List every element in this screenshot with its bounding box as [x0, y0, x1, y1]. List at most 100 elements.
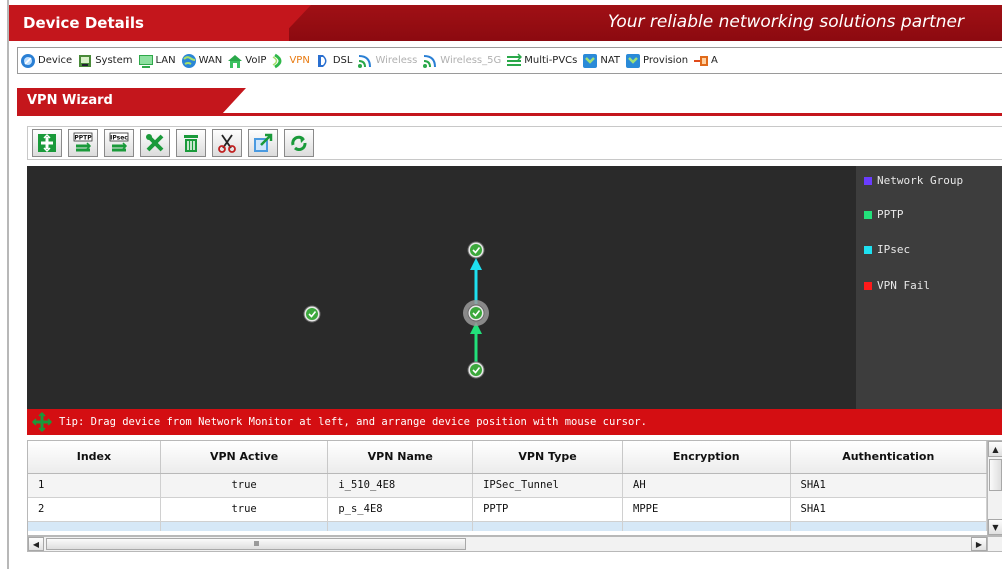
- column-header-vpn-type[interactable]: VPN Type: [472, 441, 624, 474]
- nav-item-label: Wireless: [375, 55, 418, 66]
- nav-item-label: System: [95, 55, 133, 66]
- nav-item-label: VPN: [289, 55, 310, 66]
- legend-label: PPTP: [877, 208, 904, 221]
- ipsec-button[interactable]: IPsec: [104, 129, 134, 157]
- legend-swatch: [864, 210, 872, 219]
- horizontal-scroll-thumb[interactable]: IIIII: [46, 538, 466, 550]
- nav-item-wan[interactable]: WAN: [179, 48, 226, 73]
- nav-item-wireless[interactable]: Wireless: [355, 48, 420, 73]
- nav-item-more[interactable]: A: [691, 48, 721, 73]
- table-row[interactable]: 1 true i_510_4E8 IPSec_Tunnel AH SHA1: [28, 473, 987, 498]
- nav-item-vpn[interactable]: VPN: [269, 48, 312, 73]
- tools-icon: [146, 134, 164, 152]
- tip-text: Tip: Drag device from Network Monitor at…: [59, 416, 647, 428]
- device-node-center[interactable]: [467, 304, 485, 322]
- nav-item-voip[interactable]: VoIP: [225, 48, 269, 73]
- cell-vpn-type: IPSec_Tunnel: [472, 473, 624, 498]
- lan-icon: [138, 54, 153, 68]
- nat-icon: [583, 53, 598, 68]
- nav-item-lan[interactable]: LAN: [136, 48, 179, 73]
- tip-bar: Tip: Drag device from Network Monitor at…: [27, 409, 1002, 435]
- column-header-index[interactable]: Index: [28, 441, 161, 474]
- legend-item-pptp: PPTP: [864, 208, 904, 221]
- nav-item-device[interactable]: Device: [18, 48, 75, 73]
- vpn-icon: [273, 53, 282, 68]
- section-tab-slant: [222, 88, 246, 114]
- table-horizontal-scrollbar[interactable]: ◀ IIIII ▶: [27, 536, 988, 552]
- nav-item-provision[interactable]: Provision: [623, 48, 691, 73]
- legend-label: VPN Fail: [877, 279, 930, 292]
- table-row-partial[interactable]: [28, 521, 987, 531]
- ipsec-arrow: [470, 258, 482, 270]
- cell-encryption: AH: [622, 473, 791, 498]
- column-header-vpn-name[interactable]: VPN Name: [327, 441, 474, 474]
- edit-button[interactable]: [140, 129, 170, 157]
- vertical-scroll-thumb[interactable]: [989, 459, 1002, 491]
- nav-item-nat[interactable]: NAT: [580, 48, 623, 73]
- column-header-vpn-active[interactable]: VPN Active: [160, 441, 329, 474]
- wan-icon: [181, 53, 196, 68]
- legend-item-vpn-fail: VPN Fail: [864, 279, 930, 292]
- table-vertical-scrollbar[interactable]: ▲ ▼: [988, 440, 1002, 536]
- column-header-authentication[interactable]: Authentication: [790, 441, 987, 474]
- pptp-icon: PPTP: [73, 132, 93, 152]
- device-node-bottom[interactable]: [467, 361, 485, 379]
- cut-button[interactable]: [212, 129, 242, 157]
- nav-item-label: Device: [38, 55, 73, 66]
- cell-authentication: SHA1: [790, 497, 987, 522]
- column-header-encryption[interactable]: Encryption: [622, 441, 791, 474]
- vpn-table: Index VPN Active VPN Name VPN Type Encry…: [27, 440, 988, 536]
- scroll-left-button[interactable]: ◀: [28, 537, 44, 551]
- legend-swatch: [864, 245, 872, 254]
- dsl-icon: [317, 54, 327, 67]
- device-node-top[interactable]: [467, 241, 485, 259]
- scroll-down-button[interactable]: ▼: [988, 519, 1002, 535]
- pptp-button[interactable]: PPTP: [68, 129, 98, 157]
- nav-item-multi-pvcs[interactable]: Multi-PVCs: [504, 48, 580, 73]
- wireless-5g-icon: [423, 54, 437, 68]
- scissors-icon: [218, 134, 236, 153]
- wireless-icon: [358, 54, 372, 68]
- legend-swatch: [864, 176, 872, 185]
- topology-graph: [303, 241, 489, 379]
- nav-item-label: Multi-PVCs: [524, 55, 578, 66]
- move-icon: [31, 411, 53, 433]
- voip-icon: [228, 54, 243, 68]
- table-row[interactable]: 2 true p_s_4E8 PPTP MPPE SHA1: [28, 497, 987, 522]
- scroll-thumb-grip: IIIII: [253, 540, 259, 548]
- nav-item-label: VoIP: [245, 55, 267, 66]
- cell-encryption: MPPE: [622, 497, 791, 522]
- nav-item-label: A: [711, 55, 718, 66]
- scroll-up-button[interactable]: ▲: [988, 441, 1002, 457]
- export-button[interactable]: [248, 129, 278, 157]
- device-icon: [21, 53, 35, 68]
- nav-item-label: NAT: [600, 55, 621, 66]
- header-tab-slant: [277, 5, 311, 41]
- nav-item-dsl[interactable]: DSL: [313, 48, 356, 73]
- scrollbar-corner: [988, 536, 1002, 552]
- legend-label: IPsec: [877, 243, 911, 256]
- device-details-panel: Device Details Your reliable networking …: [7, 0, 1002, 569]
- ipsec-label: IPsec: [110, 135, 128, 142]
- scroll-right-button[interactable]: ▶: [971, 537, 987, 551]
- cell-vpn-name: i_510_4E8: [327, 473, 474, 498]
- system-icon: [79, 54, 92, 67]
- cell-authentication: SHA1: [790, 473, 987, 498]
- more-icon: [694, 55, 709, 66]
- add-icon: [38, 133, 56, 153]
- nav-item-label: Wireless_5G: [440, 55, 502, 66]
- vpn-toolbar: PPTP IPsec: [27, 126, 1002, 160]
- delete-button[interactable]: [176, 129, 206, 157]
- nav-item-system[interactable]: System: [75, 48, 135, 73]
- refresh-icon: [291, 135, 307, 151]
- device-node-standalone[interactable]: [303, 305, 321, 323]
- header-slogan: Your reliable networking solutions partn…: [607, 12, 964, 32]
- nav-item-wireless-5g[interactable]: Wireless_5G: [420, 48, 504, 73]
- refresh-button[interactable]: [284, 129, 314, 157]
- nav-item-label: LAN: [155, 55, 176, 66]
- vpn-topology-canvas[interactable]: [27, 166, 856, 409]
- add-button[interactable]: [32, 129, 62, 157]
- section-divider: [17, 113, 1002, 116]
- nav-item-label: Provision: [643, 55, 689, 66]
- page-title: Device Details: [23, 14, 144, 32]
